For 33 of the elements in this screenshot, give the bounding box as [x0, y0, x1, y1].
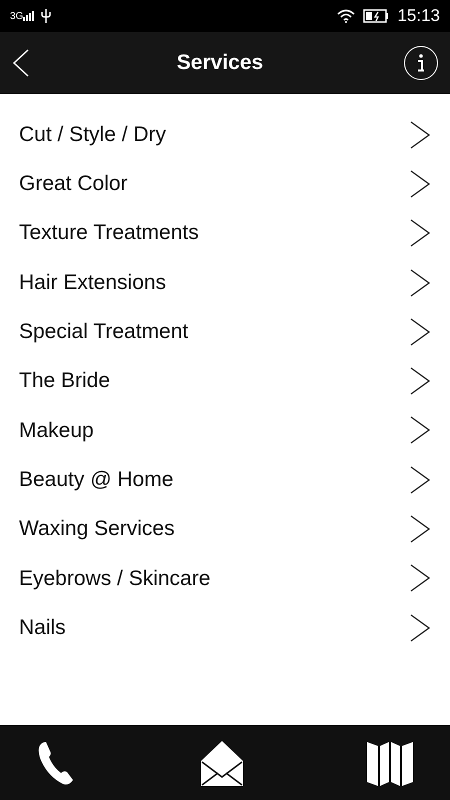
service-item[interactable]: Great Color	[0, 159, 450, 209]
service-item[interactable]: Beauty @ Home	[0, 455, 450, 504]
service-item[interactable]: Hair Extensions	[0, 258, 450, 308]
chevron-right-icon	[410, 120, 430, 149]
service-item[interactable]: Nails	[0, 602, 450, 652]
info-icon	[416, 53, 426, 73]
chevron-right-icon	[410, 416, 430, 444]
usb-icon	[41, 9, 52, 23]
chevron-right-icon	[410, 268, 430, 297]
network-type: 3G	[10, 10, 24, 24]
chevron-right-icon	[410, 564, 430, 592]
clock-time: 15:13	[397, 5, 440, 28]
chevron-right-icon	[410, 170, 430, 198]
service-item[interactable]: Waxing Services	[0, 504, 450, 554]
chevron-right-icon	[410, 318, 430, 346]
chevron-right-icon	[410, 219, 430, 248]
battery-icon	[363, 9, 390, 23]
service-item[interactable]: Eyebrows / Skincare	[0, 554, 450, 603]
service-item[interactable]: Special Treatment	[0, 307, 450, 356]
info-button[interactable]	[404, 46, 438, 80]
map-icon	[367, 740, 413, 786]
header-title: Services	[176, 50, 264, 76]
wifi-icon	[337, 9, 356, 23]
envelope-icon	[200, 738, 244, 786]
chevron-right-icon	[410, 515, 430, 544]
chevron-right-icon	[410, 614, 430, 642]
service-item[interactable]: Cut / Style / Dry	[0, 110, 450, 160]
chevron-right-icon	[410, 466, 430, 494]
chevron-left-icon	[12, 49, 30, 77]
chevron-right-icon	[410, 367, 430, 396]
service-item[interactable]: The Bride	[0, 356, 450, 406]
service-item[interactable]: Texture Treatments	[0, 208, 450, 258]
service-item[interactable]: Makeup	[0, 406, 450, 456]
